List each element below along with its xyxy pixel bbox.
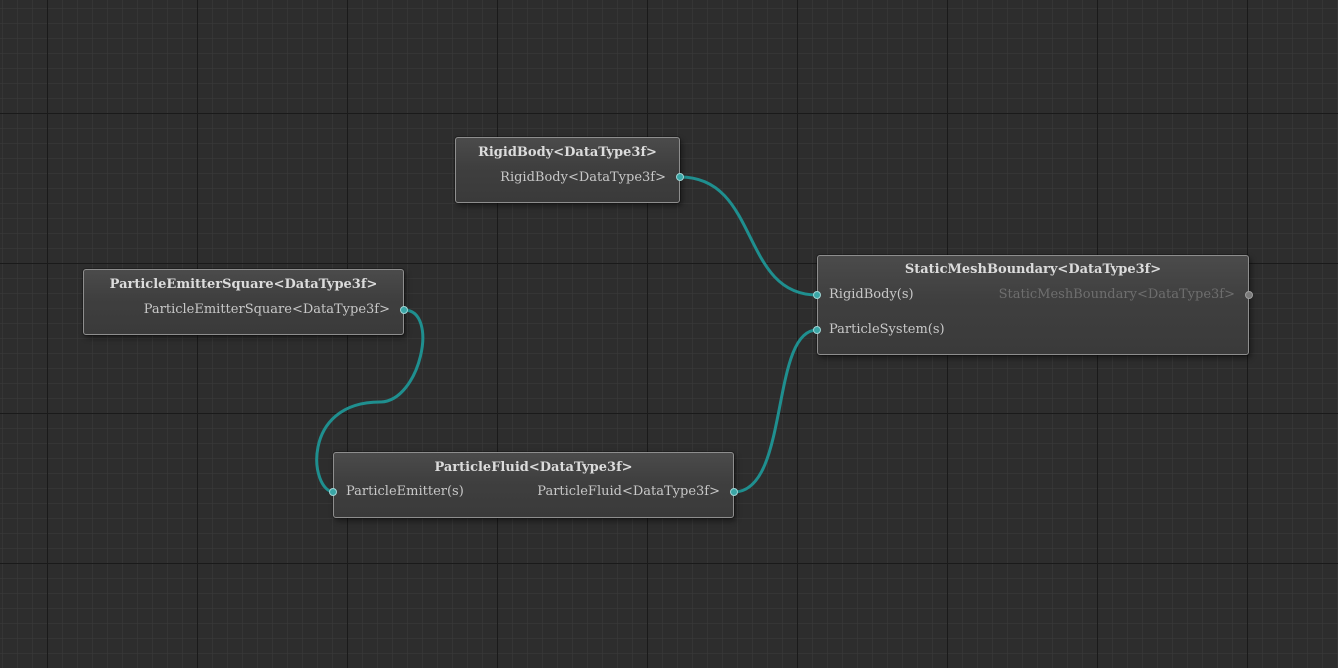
node-static-mesh-boundary[interactable]: StaticMeshBoundary<DataType3f> RigidBody…: [813, 255, 1253, 355]
node-particle-fluid[interactable]: ParticleFluid<DataType3f> ParticleEmitte…: [329, 452, 738, 518]
input-port-label: ParticleEmitter(s): [346, 484, 464, 499]
input-port-rigid-body[interactable]: [813, 291, 821, 299]
output-port-label: ParticleFluid<DataType3f>: [537, 484, 720, 499]
input-port-particle-system[interactable]: [813, 326, 821, 334]
node-rigid-body[interactable]: RigidBody<DataType3f> RigidBody<DataType…: [455, 137, 684, 203]
node-title: ParticleFluid<DataType3f>: [434, 460, 633, 475]
connection-fluid-to-boundary[interactable]: [733, 328, 818, 494]
input-port-particle-emitter[interactable]: [329, 488, 337, 496]
output-port-label: ParticleEmitterSquare<DataType3f>: [143, 302, 390, 317]
input-port-label: ParticleSystem(s): [829, 322, 945, 337]
output-port-particle-emitter-square[interactable]: [400, 306, 408, 314]
node-title: ParticleEmitterSquare<DataType3f>: [109, 277, 378, 292]
node-particle-emitter-square[interactable]: ParticleEmitterSquare<DataType3f> Partic…: [83, 269, 408, 335]
output-port-label: RigidBody<DataType3f>: [500, 170, 666, 185]
node-title: StaticMeshBoundary<DataType3f>: [904, 262, 1162, 277]
connection-rigidbody-to-boundary[interactable]: [679, 175, 818, 297]
output-port-rigid-body[interactable]: [676, 173, 684, 181]
output-port-static-mesh-boundary[interactable]: [1245, 291, 1253, 299]
output-port-particle-fluid[interactable]: [730, 488, 738, 496]
output-port-label: StaticMeshBoundary<DataType3f>: [998, 287, 1235, 302]
input-port-label: RigidBody(s): [829, 287, 914, 302]
node-title: RigidBody<DataType3f>: [478, 145, 657, 160]
